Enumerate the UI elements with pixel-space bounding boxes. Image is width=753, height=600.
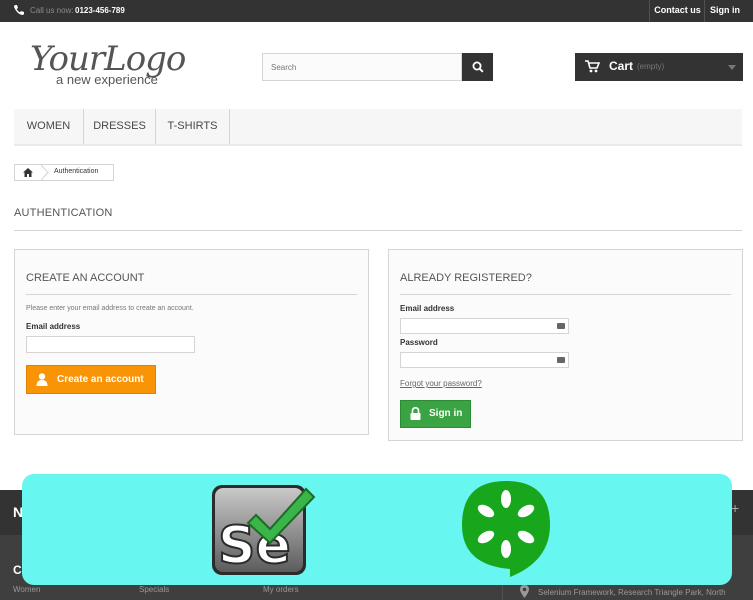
footer-link-specials[interactable]: Specials [139,585,169,594]
your-logo[interactable]: YourLogo a new experience [28,34,213,90]
forgot-password-link[interactable]: Forgot your password? [400,379,482,388]
footer-link-women[interactable]: Women [13,585,40,594]
phone-icon [14,5,24,15]
contact-us-link[interactable]: Contact us [649,0,705,22]
user-icon [36,373,48,386]
create-email-field[interactable] [26,336,195,353]
main-menu: WOMEN DRESSES T-SHIRTS [14,109,742,146]
cart-button[interactable]: Cart (empty) [575,53,743,81]
signin-email-label: Email address [400,304,455,313]
search-button[interactable] [462,53,493,81]
sign-in-button[interactable]: Sign in [400,400,471,428]
chevron-down-icon [728,65,736,70]
signin-email-field[interactable] [400,318,569,334]
create-account-label: Create an account [57,374,144,385]
create-account-divider [26,294,357,295]
create-account-title: CREATE AN ACCOUNT [26,272,145,284]
breadcrumb-separator [41,165,49,180]
menu-item-women[interactable]: WOMEN [14,109,84,144]
password-label: Password [400,338,438,347]
menu-item-dresses[interactable]: DRESSES [84,109,156,144]
cart-status: (empty) [637,62,665,71]
footer-column-heading: C [13,563,22,577]
search-input[interactable] [262,53,462,81]
menu-item-tshirts[interactable]: T-SHIRTS [156,109,230,144]
footer-expand-icon[interactable]: + [731,500,739,516]
sign-in-label: Sign in [429,408,463,419]
logo-tagline: a new experience [56,72,158,87]
password-field[interactable] [400,352,569,368]
breadcrumb-home[interactable] [15,165,41,180]
selenium-logo-icon: Se [212,485,316,577]
cart-label: Cart [609,59,634,73]
map-marker-icon [520,585,529,598]
heading-divider [14,230,742,231]
cart-icon [585,60,600,73]
registered-divider [400,294,731,295]
create-account-help: Please enter your email address to creat… [26,305,194,312]
autofill-icon[interactable] [557,323,565,329]
autofill-icon[interactable] [557,357,565,363]
call-us-label: Call us now: [30,6,74,15]
create-account-box: CREATE AN ACCOUNT Please enter your emai… [14,249,369,435]
create-email-label: Email address [26,322,81,331]
registered-title: ALREADY REGISTERED? [400,272,532,284]
footer-link-my-orders[interactable]: My orders [263,585,299,594]
logo-overlay-banner [22,474,732,585]
sign-in-link[interactable]: Sign in [704,0,745,22]
cucumber-logo-icon [462,481,550,577]
lock-icon [410,407,421,420]
top-bar: Call us now: 0123-456-789 Contact us Sig… [0,0,753,22]
home-icon [23,168,33,177]
search-icon [472,61,484,73]
breadcrumb-current: Authentication [54,168,99,175]
phone-number: 0123-456-789 [75,6,125,15]
breadcrumb: Authentication [14,164,114,181]
page-title: AUTHENTICATION [14,207,113,219]
create-account-button[interactable]: Create an account [26,365,156,394]
footer-address: Selenium Framework, Research Triangle Pa… [538,588,726,597]
